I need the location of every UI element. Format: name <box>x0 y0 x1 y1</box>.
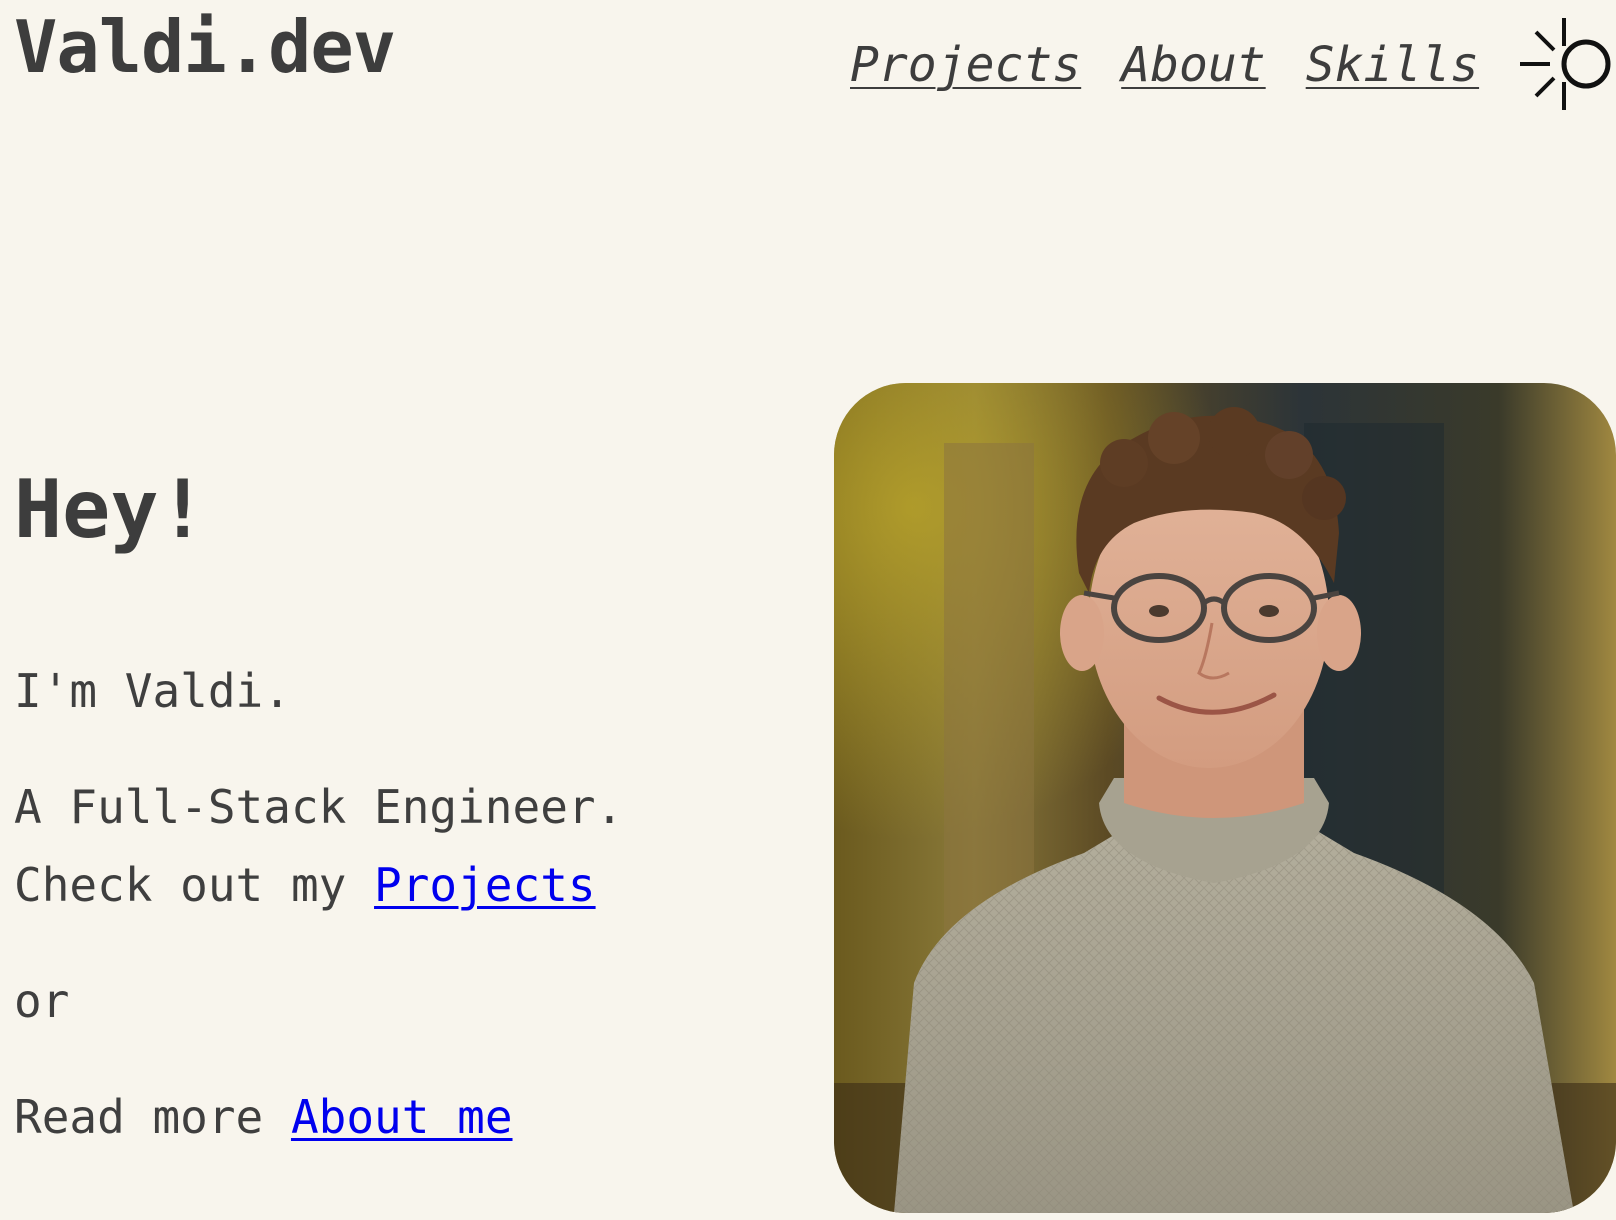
theme-toggle-button[interactable] <box>1512 14 1616 114</box>
or-text: or <box>14 974 70 1028</box>
role-text: A Full-Stack Engineer. <box>14 780 624 834</box>
about-me-link[interactable]: About me <box>291 1090 513 1144</box>
about-line: Read more About me <box>14 1086 513 1148</box>
nav-link-skills[interactable]: Skills <box>1306 30 1479 100</box>
main-nav: Projects About Skills <box>850 30 1479 100</box>
hero-heading: Hey! <box>14 463 207 556</box>
intro-text: I'm Valdi. <box>14 664 291 718</box>
site-brand[interactable]: Valdi.dev <box>14 2 396 92</box>
sun-icon <box>1520 18 1611 110</box>
projects-line: Check out my Projects <box>14 854 596 916</box>
projects-prefix: Check out my <box>14 858 375 912</box>
nav-link-projects[interactable]: Projects <box>850 30 1081 100</box>
nav-link-about[interactable]: About <box>1121 30 1266 100</box>
profile-photo <box>834 383 1616 1213</box>
projects-link[interactable]: Projects <box>374 858 596 912</box>
about-prefix: Read more <box>14 1090 291 1144</box>
